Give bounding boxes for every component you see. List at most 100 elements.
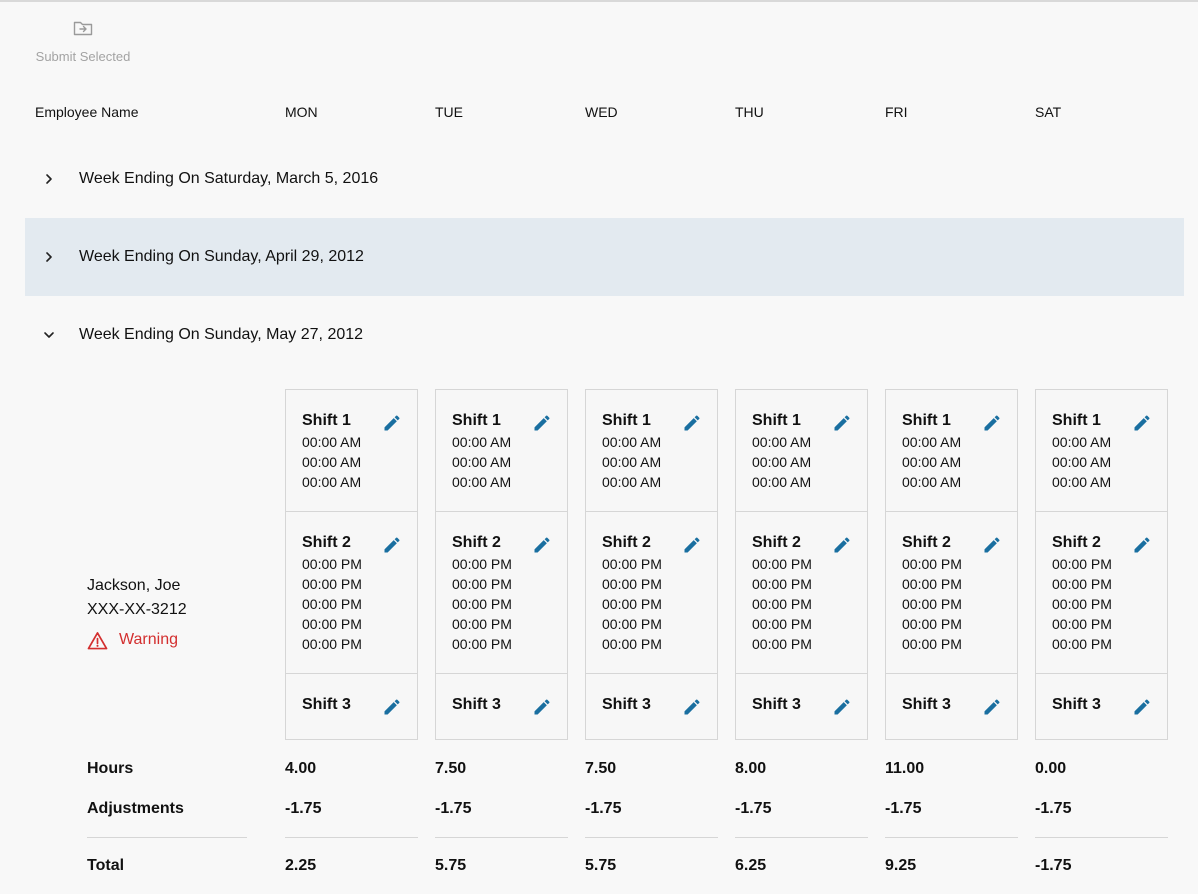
chevron-right-icon[interactable] xyxy=(41,249,57,265)
column-header-mon: MON xyxy=(285,104,318,120)
shift-time: 00:00 PM xyxy=(1052,576,1112,592)
shift-time: 00:00 AM xyxy=(1052,454,1112,470)
shift-cell: Shift 1 00:00 AM 00:00 AM 00:00 AM xyxy=(736,390,867,511)
shift-time: 00:00 PM xyxy=(602,596,662,612)
warning-indicator[interactable]: Warning xyxy=(87,628,187,652)
folder-arrow-icon xyxy=(73,21,93,36)
shift-time: 00:00 AM xyxy=(1052,474,1112,490)
edit-pencil-icon[interactable] xyxy=(1132,535,1152,555)
shift-time: 00:00 PM xyxy=(752,616,812,632)
edit-pencil-icon[interactable] xyxy=(832,697,852,717)
shift-cell: Shift 3 xyxy=(436,673,567,739)
edit-pencil-icon[interactable] xyxy=(982,535,1002,555)
shift-time: 00:00 AM xyxy=(752,434,812,450)
shift-time: 00:00 AM xyxy=(602,474,662,490)
shift-time: 00:00 PM xyxy=(602,636,662,652)
shift-time: 00:00 PM xyxy=(902,616,962,632)
shift-time: 00:00 AM xyxy=(452,474,512,490)
day-shift-column: Shift 1 00:00 AM 00:00 AM 00:00 AM Shift 2 00… xyxy=(1035,389,1168,740)
total-divider xyxy=(285,837,418,838)
shift-time: 00:00 PM xyxy=(302,616,362,632)
shift-time: 00:00 PM xyxy=(902,636,962,652)
shift-time: 00:00 PM xyxy=(902,576,962,592)
week-title: Week Ending On Saturday, March 5, 2016 xyxy=(79,170,379,187)
shift-time: 00:00 PM xyxy=(902,556,962,572)
shift-time: 00:00 PM xyxy=(752,636,812,652)
top-divider xyxy=(0,0,1198,2)
shift-time: 00:00 AM xyxy=(602,434,662,450)
column-header-wed: WED xyxy=(585,104,618,120)
edit-pencil-icon[interactable] xyxy=(982,413,1002,433)
shift-cell: Shift 3 xyxy=(586,673,717,739)
shift-time: 00:00 AM xyxy=(302,434,362,450)
shift-cell: Shift 2 00:00 PM 00:00 PM 00:00 PM 00:00 PM 0… xyxy=(286,511,417,673)
shift-cell: Shift 2 00:00 PM 00:00 PM 00:00 PM 00:00 PM 0… xyxy=(1036,511,1167,673)
shift-cell: Shift 1 00:00 AM 00:00 AM 00:00 AM xyxy=(1036,390,1167,511)
shift-time: 00:00 AM xyxy=(302,454,362,470)
shift-cell: Shift 2 00:00 PM 00:00 PM 00:00 PM 00:00 PM 0… xyxy=(886,511,1017,673)
shift-cell: Shift 2 00:00 PM 00:00 PM 00:00 PM 00:00 PM 0… xyxy=(586,511,717,673)
shift-time: 00:00 AM xyxy=(902,434,962,450)
shift-time: 00:00 PM xyxy=(902,596,962,612)
column-header-employee: Employee Name xyxy=(35,104,139,120)
submit-selected-button[interactable]: Submit Selected xyxy=(25,16,141,64)
edit-pencil-icon[interactable] xyxy=(532,413,552,433)
shift-time: 00:00 AM xyxy=(752,474,812,490)
chevron-right-icon[interactable] xyxy=(41,171,57,187)
total-divider xyxy=(87,837,247,838)
chevron-down-icon[interactable] xyxy=(41,327,57,343)
edit-pencil-icon[interactable] xyxy=(382,413,402,433)
hours-value: 0.00 xyxy=(1035,760,1067,777)
column-header-tue: TUE xyxy=(435,104,463,120)
edit-pencil-icon[interactable] xyxy=(532,535,552,555)
shift-time: 00:00 PM xyxy=(602,576,662,592)
week-row[interactable]: Week Ending On Sunday, May 27, 2012 xyxy=(25,296,1184,374)
edit-pencil-icon[interactable] xyxy=(382,697,402,717)
totals-value: -1.75 xyxy=(1035,857,1072,874)
edit-pencil-icon[interactable] xyxy=(1132,413,1152,433)
shift-time: 00:00 AM xyxy=(452,434,512,450)
edit-pencil-icon[interactable] xyxy=(1132,697,1152,717)
day-shift-column: Shift 1 00:00 AM 00:00 AM 00:00 AM Shift 2 00… xyxy=(435,389,568,740)
edit-pencil-icon[interactable] xyxy=(682,535,702,555)
shift-time: 00:00 AM xyxy=(902,454,962,470)
hours-value: 8.00 xyxy=(735,760,767,777)
edit-pencil-icon[interactable] xyxy=(682,413,702,433)
shift-time: 00:00 PM xyxy=(452,596,512,612)
totals-value: 2.25 xyxy=(285,857,317,874)
column-header-thu: THU xyxy=(735,104,764,120)
edit-pencil-icon[interactable] xyxy=(832,413,852,433)
employee-info: Jackson, Joe XXX-XX-3212 Warning xyxy=(87,574,187,652)
edit-pencil-icon[interactable] xyxy=(382,535,402,555)
shift-time: 00:00 AM xyxy=(452,454,512,470)
week-row[interactable]: Week Ending On Saturday, March 5, 2016 xyxy=(25,140,1184,218)
shift-cell: Shift 1 00:00 AM 00:00 AM 00:00 AM xyxy=(436,390,567,511)
edit-pencil-icon[interactable] xyxy=(832,535,852,555)
week-title: Week Ending On Sunday, April 29, 2012 xyxy=(79,248,364,265)
shift-cell: Shift 3 xyxy=(736,673,867,739)
employee-name: Jackson, Joe xyxy=(87,577,181,594)
adjustments-label: Adjustments xyxy=(87,800,184,817)
shift-time: 00:00 PM xyxy=(452,556,512,572)
shift-time: 00:00 PM xyxy=(752,576,812,592)
total-divider xyxy=(585,837,718,838)
day-shift-column: Shift 1 00:00 AM 00:00 AM 00:00 AM Shift 2 00… xyxy=(885,389,1018,740)
hours-value: 4.00 xyxy=(285,760,317,777)
submit-selected-label: Submit Selected xyxy=(35,49,131,64)
totals-value: 6.25 xyxy=(735,857,767,874)
hours-value: 7.50 xyxy=(585,760,617,777)
adjustments-value: -1.75 xyxy=(1035,800,1072,817)
totals-value: 9.25 xyxy=(885,857,917,874)
week-row[interactable]: Week Ending On Sunday, April 29, 2012 xyxy=(25,218,1184,296)
edit-pencil-icon[interactable] xyxy=(982,697,1002,717)
edit-pencil-icon[interactable] xyxy=(532,697,552,717)
shift-time: 00:00 PM xyxy=(452,616,512,632)
total-divider xyxy=(435,837,568,838)
shift-cell: Shift 2 00:00 PM 00:00 PM 00:00 PM 00:00 PM 0… xyxy=(436,511,567,673)
shift-time: 00:00 PM xyxy=(1052,556,1112,572)
shift-time: 00:00 PM xyxy=(302,636,362,652)
shift-time: 00:00 PM xyxy=(752,556,812,572)
total-divider xyxy=(735,837,868,838)
edit-pencil-icon[interactable] xyxy=(682,697,702,717)
shift-cell: Shift 3 xyxy=(1036,673,1167,739)
